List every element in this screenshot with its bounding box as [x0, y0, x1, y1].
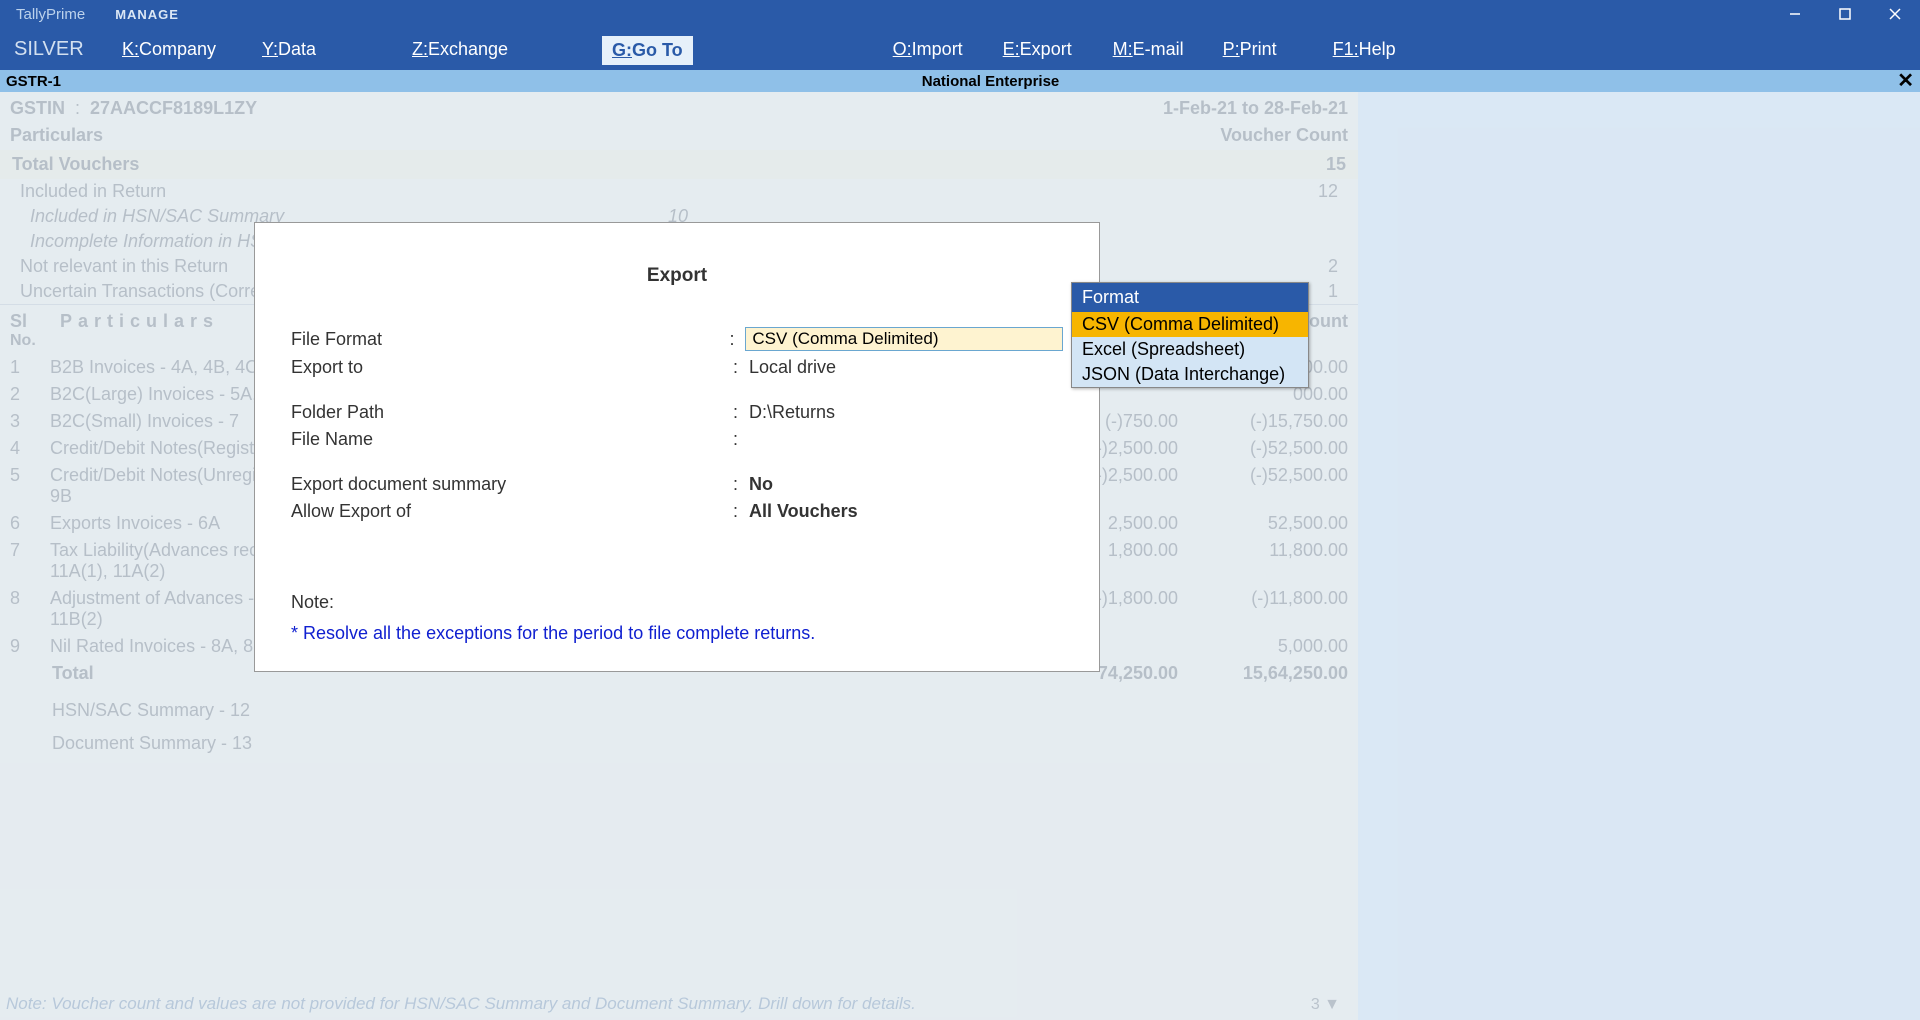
edition-label: SILVER — [0, 38, 112, 61]
menu-exchange[interactable]: Z:Exchange — [402, 28, 602, 70]
close-icon[interactable] — [1870, 0, 1920, 28]
export-to-label: Export to — [291, 357, 733, 378]
note-text: * Resolve all the exceptions for the per… — [291, 623, 1063, 644]
folder-path-value[interactable]: D:\Returns — [749, 402, 835, 423]
menubar: SILVER K:Company Y:Data Z:Exchange G:Go … — [0, 28, 1920, 70]
format-option-excel[interactable]: Excel (Spreadsheet) — [1072, 337, 1308, 362]
format-dropdown: Format CSV (Comma Delimited) Excel (Spre… — [1071, 282, 1309, 388]
allow-export-value[interactable]: All Vouchers — [749, 501, 858, 522]
titlebar: TallyPrime MANAGE — [0, 0, 1920, 28]
folder-path-label: Folder Path — [291, 402, 733, 423]
company-name: National Enterprise — [922, 73, 1060, 90]
format-option-csv[interactable]: CSV (Comma Delimited) — [1072, 312, 1308, 337]
app-name: TallyPrime — [0, 6, 85, 23]
menu-print[interactable]: P:Print — [1213, 28, 1323, 70]
export-summary-label: Export document summary — [291, 474, 733, 495]
format-option-json[interactable]: JSON (Data Interchange) — [1072, 362, 1308, 387]
dialog-title: Export — [291, 265, 1063, 287]
manage-label[interactable]: MANAGE — [115, 7, 179, 22]
menu-data[interactable]: Y:Data — [252, 28, 402, 70]
menu-email[interactable]: M:E-mail — [1103, 28, 1213, 70]
maximize-icon[interactable] — [1820, 0, 1870, 28]
context-bar: GSTR-1 National Enterprise ✕ — [0, 70, 1920, 92]
menu-help[interactable]: F1:Help — [1323, 28, 1423, 70]
menu-import[interactable]: O:Import — [883, 28, 993, 70]
note-label: Note: — [291, 592, 1063, 613]
minimize-icon[interactable] — [1770, 0, 1820, 28]
file-format-label: File Format — [291, 329, 730, 350]
export-summary-value[interactable]: No — [749, 474, 773, 495]
allow-export-label: Allow Export of — [291, 501, 733, 522]
menu-company[interactable]: K:Company — [112, 28, 252, 70]
file-name-label: File Name — [291, 429, 733, 450]
close-icon[interactable]: ✕ — [1897, 70, 1914, 92]
menu-export[interactable]: E:Export — [993, 28, 1103, 70]
export-to-value[interactable]: Local drive — [749, 357, 836, 378]
report-name: GSTR-1 — [0, 73, 61, 90]
export-dialog: Export File Format : Export to : Local d… — [254, 222, 1100, 672]
file-format-field[interactable] — [745, 327, 1063, 351]
format-dropdown-title: Format — [1072, 283, 1308, 312]
menu-goto[interactable]: G:Go To — [602, 34, 693, 65]
